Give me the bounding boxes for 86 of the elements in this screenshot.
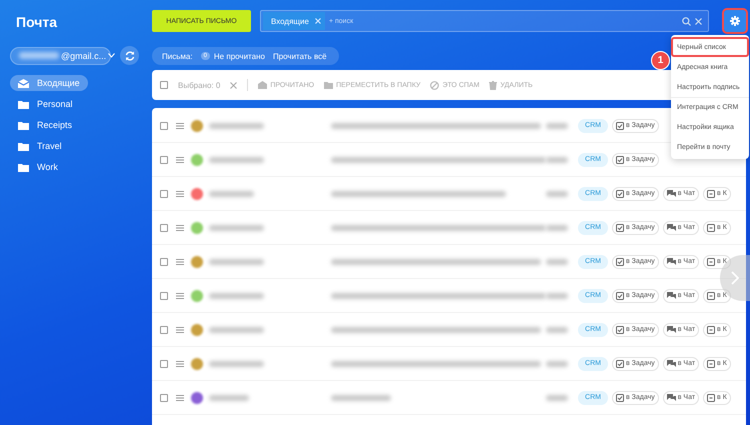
blurred-text [209, 326, 264, 332]
close-icon [695, 18, 702, 24]
close-icon [314, 18, 321, 24]
folder-icon [18, 120, 29, 130]
checkbox-icon [616, 190, 624, 198]
folder-item[interactable]: Receipts [10, 117, 80, 133]
blurred-text [331, 394, 391, 400]
drag-handle-icon[interactable] [176, 360, 184, 366]
blurred-text [209, 122, 264, 128]
checkbox-icon [616, 224, 624, 232]
row-checkbox[interactable] [160, 394, 168, 402]
chat-icon [666, 360, 676, 368]
next-button[interactable] [720, 255, 750, 301]
drag-handle-icon[interactable] [176, 190, 184, 196]
folder-item[interactable]: Travel [10, 138, 70, 154]
unread-filter[interactable]: Не прочитано [214, 52, 265, 60]
blurred-text [209, 394, 249, 400]
folder-icon [18, 162, 29, 172]
row-checkbox[interactable] [160, 292, 168, 300]
letters-label: Письма: [162, 52, 193, 60]
row-checkbox[interactable] [160, 190, 168, 198]
chat-icon [666, 258, 676, 266]
folder-icon [18, 100, 29, 108]
blurred-text [209, 258, 264, 264]
drag-handle-icon[interactable] [176, 156, 184, 162]
refresh-icon [124, 50, 134, 60]
square-icon [707, 292, 716, 300]
blurred-text [546, 326, 568, 332]
checkbox-icon [616, 360, 624, 368]
blurred-text [546, 394, 568, 400]
chat-icon [666, 394, 676, 402]
folder-item[interactable]: Work [10, 159, 66, 175]
square-icon [707, 190, 716, 198]
drag-handle-icon[interactable] [176, 394, 184, 400]
block-icon [430, 80, 440, 90]
blurred-text [209, 224, 264, 230]
blurred-text [546, 122, 568, 128]
blurred-text [209, 156, 264, 162]
chat-icon [666, 224, 676, 232]
square-icon [707, 360, 716, 368]
blurred-text [19, 52, 59, 59]
selected-count: Выбрано: 0 [178, 80, 220, 90]
trash-icon [489, 80, 498, 90]
square-icon [707, 224, 716, 232]
checkbox-icon [616, 394, 624, 402]
row-checkbox[interactable] [160, 360, 168, 368]
search-icon [682, 16, 691, 26]
settings-button[interactable] [724, 10, 746, 32]
folder-icon [324, 81, 334, 89]
blurred-text [546, 360, 568, 366]
square-icon [707, 326, 716, 334]
row-checkbox[interactable] [160, 224, 168, 232]
settings-icon [730, 16, 740, 26]
read-all-link[interactable]: Прочитать всё [272, 52, 327, 60]
row-checkbox[interactable] [160, 156, 168, 164]
blurred-text [209, 292, 264, 298]
drag-handle-icon[interactable] [176, 122, 184, 128]
step-badge: 1 [651, 51, 670, 70]
close-icon[interactable] [230, 82, 238, 88]
chevron-down-icon [108, 53, 116, 58]
folder-item[interactable]: Personal [10, 96, 81, 112]
blurred-text [546, 258, 568, 264]
checkbox-icon [616, 122, 624, 130]
blurred-text [209, 190, 254, 196]
row-checkbox[interactable] [160, 326, 168, 334]
chat-icon [666, 190, 676, 198]
chevron-right-icon [731, 271, 739, 285]
refresh-button[interactable] [120, 46, 139, 65]
checkbox-icon [616, 156, 624, 164]
blurred-text [546, 190, 568, 196]
checkbox-icon [616, 292, 624, 300]
row-checkbox[interactable] [160, 258, 168, 266]
drag-handle-icon[interactable] [176, 326, 184, 332]
chat-icon [666, 326, 676, 334]
square-icon [707, 258, 716, 266]
drag-handle-icon[interactable] [176, 224, 184, 230]
drag-handle-icon[interactable] [176, 258, 184, 264]
app-title: Почта [16, 14, 58, 31]
checkbox-icon [616, 258, 624, 266]
chat-icon [666, 292, 676, 300]
row-checkbox[interactable] [160, 122, 168, 130]
square-icon [707, 394, 716, 402]
blurred-text [209, 360, 264, 366]
folder-icon [18, 142, 29, 150]
drag-handle-icon[interactable] [176, 292, 184, 298]
checkbox-icon [616, 326, 624, 334]
